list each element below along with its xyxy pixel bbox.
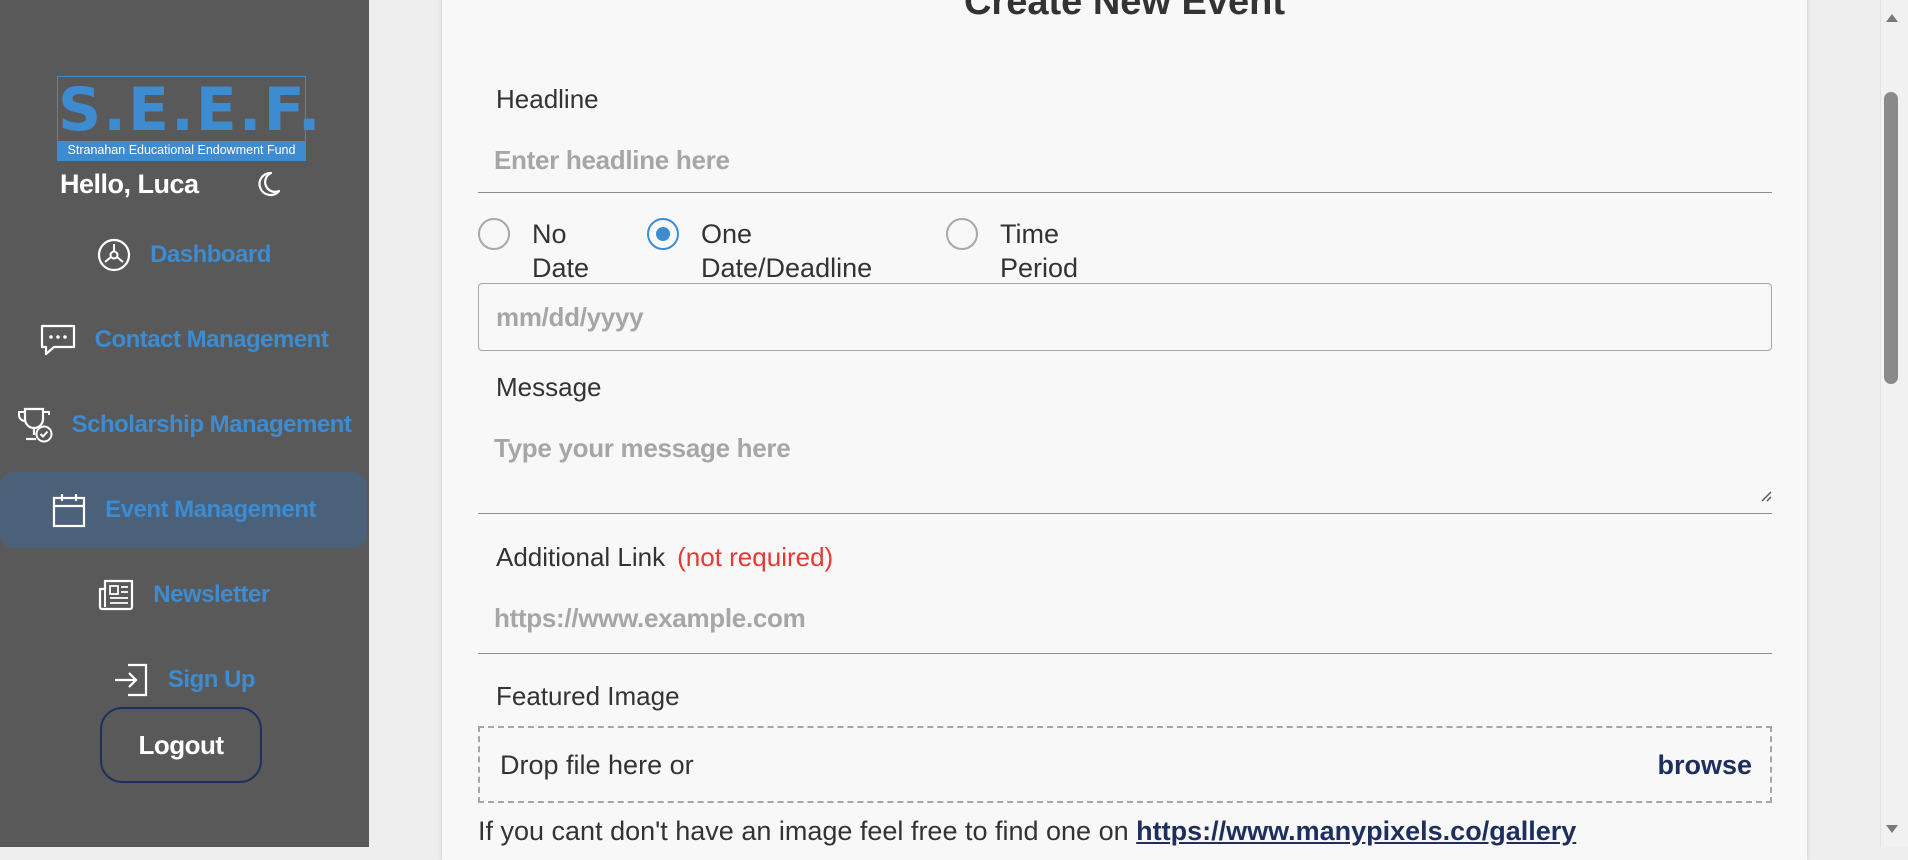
additional-link-label-text: Additional Link — [496, 542, 666, 572]
file-drop-zone[interactable]: Drop file here or browse — [478, 726, 1772, 803]
scrollbar-thumb[interactable] — [1884, 92, 1898, 384]
radio-time-period[interactable] — [946, 218, 978, 250]
message-textarea[interactable]: Type your message here — [494, 431, 791, 465]
create-event-form: Create New Event Headline Enter headline… — [442, 0, 1807, 860]
nav-sign-up-label: Sign Up — [167, 666, 256, 693]
nav-scholarship-management-label: Scholarship Management — [71, 411, 352, 438]
link-underline — [478, 653, 1772, 654]
resize-handle-icon[interactable] — [1760, 490, 1772, 502]
message-underline — [478, 513, 1772, 514]
radio-one-date[interactable] — [647, 218, 679, 250]
calendar-icon — [53, 494, 86, 528]
radio-time-period-label: Time Period — [1000, 219, 1079, 283]
nav-newsletter-label: Newsletter — [153, 581, 270, 608]
seef-logo: S.E.E.F. Stranahan Educational Endowment… — [57, 75, 323, 161]
moon-icon[interactable] — [254, 170, 282, 198]
greeting: Hello, Luca — [60, 169, 199, 199]
nav-dashboard-label: Dashboard — [150, 241, 271, 268]
page-title: Create New Event — [963, 0, 1285, 23]
sidebar: S.E.E.F. Stranahan Educational Endowment… — [0, 0, 369, 847]
headline-underline — [478, 192, 1772, 193]
sign-in-icon — [114, 663, 148, 697]
logo-title: S.E.E.F. — [58, 75, 323, 145]
additional-link-input[interactable]: https://www.example.com — [494, 601, 806, 635]
dashboard-gauge-icon — [97, 238, 131, 272]
radio-no-date[interactable] — [478, 218, 510, 250]
image-hint-text: If you cant don't have an image feel fre… — [478, 816, 1129, 846]
additional-link-label: Additional Link (not required) — [496, 541, 833, 573]
chat-bubble-icon — [40, 324, 75, 356]
nav-dashboard[interactable]: Dashboard — [0, 217, 367, 293]
browse-button[interactable]: browse — [1657, 748, 1752, 782]
trophy-check-icon — [17, 407, 53, 443]
nav-contact-management-label: Contact Management — [94, 326, 329, 353]
radio-no-date-label: No Date — [532, 219, 590, 283]
gallery-link[interactable]: https://www.manypixels.co/gallery — [1136, 816, 1576, 846]
not-required-note: (not required) — [677, 542, 834, 572]
newspaper-icon — [99, 579, 134, 611]
nav-scholarship-management[interactable]: Scholarship Management — [0, 387, 367, 463]
nav-newsletter[interactable]: Newsletter — [0, 557, 367, 633]
radio-one-date-label: One Date/Deadline — [701, 219, 873, 283]
drop-text: Drop file here or — [500, 750, 694, 780]
date-input[interactable]: mm/dd/yyyy — [478, 283, 1772, 351]
scroll-down-arrow-icon[interactable] — [1886, 825, 1898, 833]
nav-contact-management[interactable]: Contact Management — [0, 302, 367, 378]
nav-event-management-label: Event Management — [105, 496, 316, 523]
scroll-up-arrow-icon[interactable] — [1886, 14, 1898, 22]
logout-button[interactable]: Logout — [100, 707, 262, 783]
headline-input[interactable]: Enter headline here — [494, 143, 730, 177]
image-hint: If you cant don't have an image feel fre… — [478, 814, 1576, 848]
headline-label: Headline — [496, 84, 599, 114]
date-placeholder: mm/dd/yyyy — [496, 302, 644, 332]
nav-event-management[interactable]: Event Management — [0, 472, 367, 548]
featured-image-label: Featured Image — [496, 681, 680, 711]
message-label: Message — [496, 372, 602, 402]
logo-subtitle: Stranahan Educational Endowment Fund — [58, 141, 305, 160]
